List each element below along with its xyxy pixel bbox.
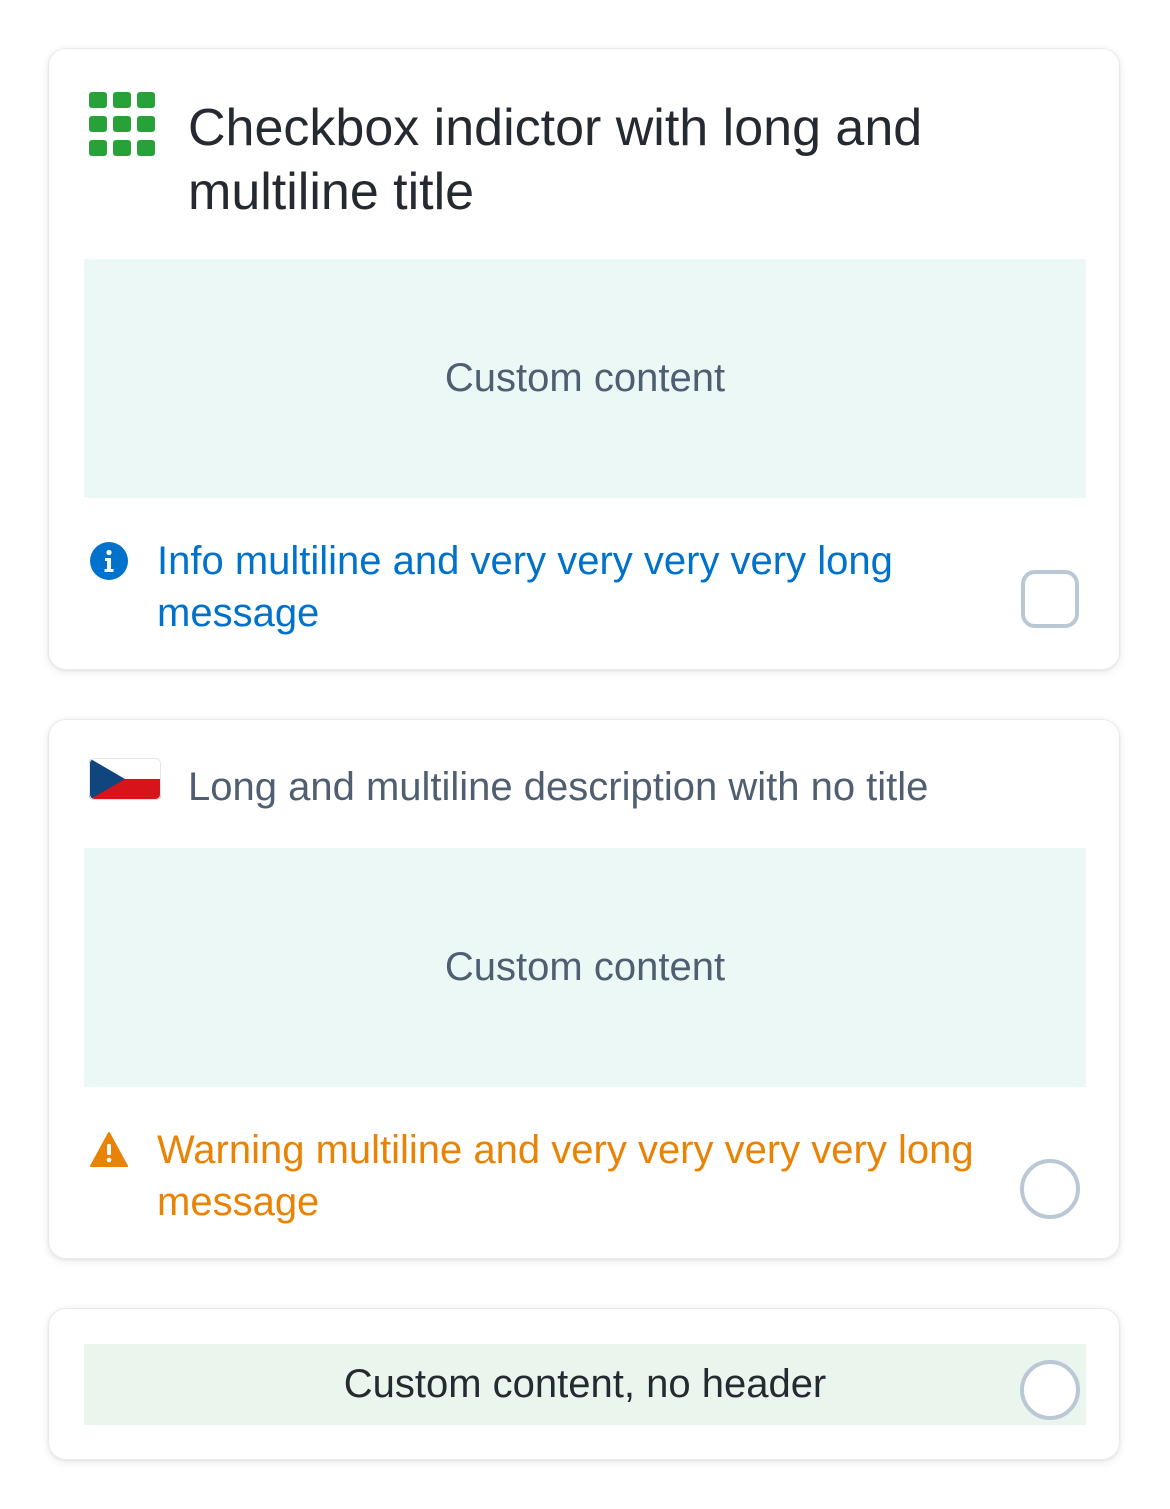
choice-tile-checkbox[interactable]: Checkbox indictor with long and multilin… bbox=[48, 48, 1120, 670]
tile-radio[interactable] bbox=[1020, 1159, 1080, 1219]
warning-message: Warning multiline and very very very ver… bbox=[157, 1128, 974, 1224]
warning-icon bbox=[90, 1132, 128, 1167]
tile-checkbox[interactable] bbox=[1021, 570, 1079, 628]
info-message: Info multiline and very very very very l… bbox=[157, 539, 893, 635]
czech-flag-icon bbox=[89, 758, 161, 800]
info-icon bbox=[90, 542, 128, 580]
tile-radio[interactable] bbox=[1020, 1360, 1080, 1420]
custom-content: Custom content, no header bbox=[84, 1344, 1086, 1425]
tile-title: Checkbox indictor with long and multilin… bbox=[188, 99, 923, 221]
tile-description: Long and multiline description with no t… bbox=[188, 765, 929, 809]
choice-tile-radio[interactable]: Long and multiline description with no t… bbox=[48, 719, 1120, 1259]
custom-content: Custom content bbox=[84, 259, 1086, 498]
custom-content: Custom content bbox=[84, 848, 1086, 1087]
grid-icon bbox=[89, 92, 155, 156]
choice-tile-no-header[interactable]: Custom content, no header bbox=[48, 1308, 1120, 1460]
